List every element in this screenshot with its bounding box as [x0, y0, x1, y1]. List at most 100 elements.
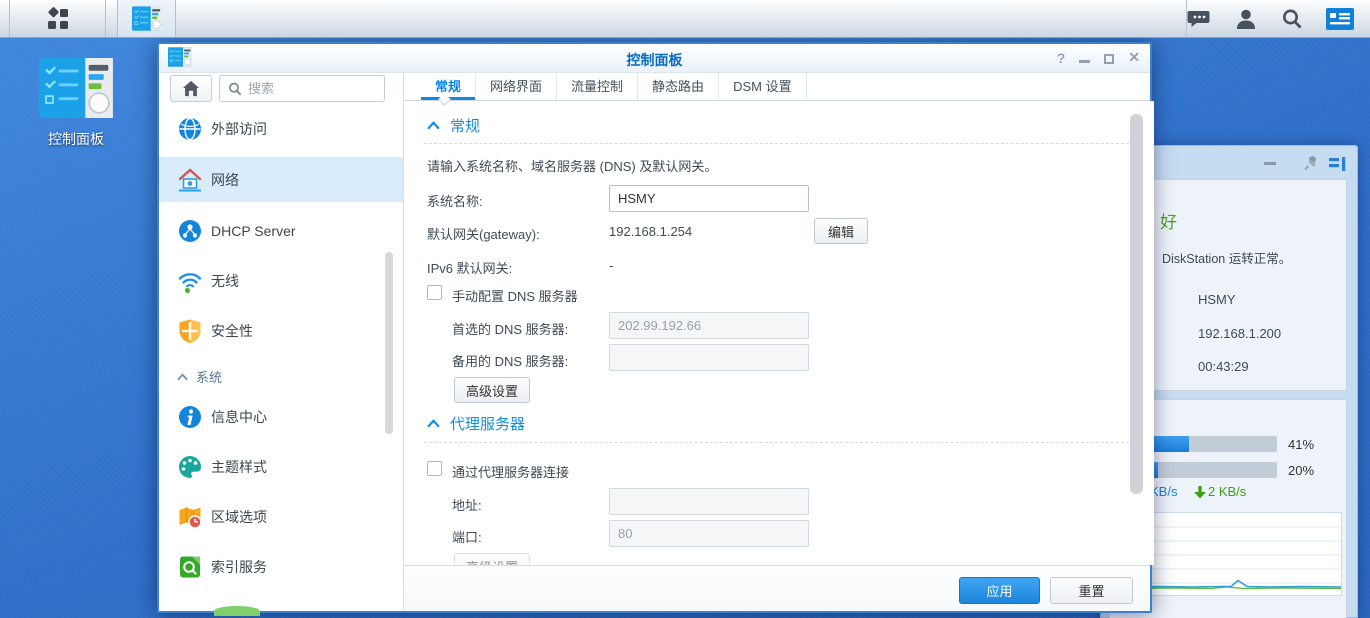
- reset-button[interactable]: 重置: [1050, 577, 1133, 604]
- search-icon[interactable]: [1280, 7, 1304, 31]
- dhcp-icon: [177, 218, 203, 244]
- section-general-header[interactable]: 常规: [427, 115, 480, 136]
- alternate-dns-input[interactable]: [609, 344, 809, 371]
- search-icon: [227, 81, 243, 97]
- proxy-connect-checkbox[interactable]: [427, 461, 442, 476]
- widgets-toggle-icon[interactable]: [1326, 8, 1354, 30]
- upload-speed-label: KB/s: [1150, 484, 1177, 499]
- sidebar-item-wireless[interactable]: 无线: [159, 262, 403, 300]
- sidebar-scrollbar[interactable]: [385, 252, 393, 434]
- cpu-usage-label: 41%: [1288, 437, 1314, 452]
- alternate-dns-label: 备用的 DNS 服务器:: [452, 351, 568, 370]
- desktop-icon-label: 控制面板: [33, 129, 119, 149]
- section-title: 常规: [450, 115, 480, 136]
- chat-icon[interactable]: [1187, 7, 1212, 31]
- section-proxy-header[interactable]: 代理服务器: [427, 413, 525, 434]
- sidebar-item-info-center[interactable]: 信息中心: [159, 398, 403, 436]
- uptime-value: 00:43:29: [1198, 359, 1249, 374]
- shield-icon: [177, 318, 203, 344]
- preferred-dns-input[interactable]: [609, 312, 809, 339]
- taskbar-left-edge: [0, 0, 10, 37]
- window-titlebar: 控制面板 ? ✕: [159, 44, 1150, 73]
- tab-traffic-control[interactable]: 流量控制: [556, 73, 637, 100]
- sidebar-section-system[interactable]: 系统: [177, 367, 222, 386]
- general-description: 请输入系统名称、域名服务器 (DNS) 及默认网关。: [427, 156, 717, 175]
- ram-usage-label: 20%: [1288, 463, 1314, 478]
- dns-advanced-button[interactable]: 高级设置: [454, 377, 530, 403]
- sidebar-item-label: 外部访问: [211, 119, 267, 139]
- tab-network-interface[interactable]: 网络界面: [475, 73, 556, 100]
- edit-gateway-button[interactable]: 编辑: [814, 218, 868, 244]
- apply-button[interactable]: 应用: [959, 577, 1040, 604]
- manual-dns-label: 手动配置 DNS 服务器: [452, 286, 578, 305]
- ipv6-gateway-label: IPv6 默认网关:: [427, 258, 512, 277]
- main-menu-button[interactable]: [10, 0, 106, 37]
- info-icon: [177, 404, 203, 430]
- sidebar-item-regional-options[interactable]: 区域选项: [159, 498, 403, 536]
- section-divider: [424, 143, 1134, 144]
- sidebar-item-label: 网络: [211, 170, 239, 190]
- sidebar-item-label: 无线: [211, 271, 239, 291]
- section-divider: [424, 442, 1134, 443]
- tab-dsm-settings[interactable]: DSM 设置: [718, 73, 807, 100]
- regional-map-clock-icon: [177, 504, 203, 530]
- gateway-value: 192.168.1.254: [609, 224, 692, 239]
- control-panel-window: 控制面板 ? ✕: [157, 42, 1152, 613]
- sidebar-item-partial-icon: [214, 606, 260, 616]
- proxy-port-label: 端口:: [452, 527, 482, 546]
- tab-static-route[interactable]: 静态路由: [637, 73, 718, 100]
- network-activity-chart: [1130, 512, 1342, 596]
- system-name-input[interactable]: [609, 185, 809, 212]
- globe-icon: [177, 116, 203, 142]
- download-arrow-icon: [1194, 486, 1206, 499]
- download-speed-label: 2 KB/s: [1208, 484, 1246, 499]
- proxy-connect-label: 通过代理服务器连接: [452, 462, 569, 481]
- gateway-label: 默认网关(gateway):: [427, 224, 540, 243]
- widget-minimize-icon[interactable]: [1264, 162, 1276, 165]
- close-button[interactable]: ✕: [1128, 49, 1140, 66]
- sidebar-item-dhcp-server[interactable]: DHCP Server: [159, 212, 403, 250]
- sidebar-item-security[interactable]: 安全性: [159, 312, 403, 350]
- widget-layout-icon[interactable]: [1329, 157, 1346, 172]
- taskbar: [0, 0, 1370, 38]
- desktop-icon-control-panel[interactable]: 控制面板: [33, 58, 119, 149]
- network-home-icon: [177, 167, 203, 193]
- ip-address-value: 192.168.1.200: [1198, 326, 1281, 341]
- minimize-button[interactable]: [1079, 60, 1090, 63]
- home-button[interactable]: [170, 75, 212, 102]
- content-scrollbar[interactable]: [1130, 114, 1143, 494]
- sidebar-item-label: 主题样式: [211, 457, 267, 477]
- manual-dns-checkbox[interactable]: [427, 285, 442, 300]
- proxy-port-input[interactable]: [609, 520, 809, 547]
- proxy-advanced-button[interactable]: 高级设置: [454, 553, 530, 565]
- health-message: DiskStation 运转正常。: [1162, 248, 1291, 267]
- sidebar-item-label: 索引服务: [211, 557, 267, 577]
- chevron-up-icon: [427, 121, 440, 130]
- control-panel-app-icon: [132, 6, 162, 31]
- proxy-address-label: 地址:: [452, 495, 482, 514]
- chevron-up-icon: [177, 373, 188, 381]
- taskbar-control-panel-button[interactable]: [117, 0, 176, 37]
- chevron-up-icon: [427, 419, 440, 428]
- pin-icon[interactable]: [1302, 154, 1320, 172]
- sidebar-item-network[interactable]: 网络: [159, 157, 403, 202]
- section-title: 代理服务器: [450, 413, 525, 434]
- desktop: 控制面板 好 DiskStation 运转正常。 HSMY 192.168.1.…: [0, 0, 1370, 618]
- health-status-text: 好: [1160, 208, 1177, 233]
- ipv6-gateway-value: -: [609, 258, 613, 273]
- help-button[interactable]: ?: [1057, 50, 1066, 66]
- sidebar-section-label: 系统: [196, 367, 222, 386]
- maximize-button[interactable]: [1104, 54, 1114, 64]
- system-name-label: 系统名称:: [427, 191, 483, 210]
- sidebar-item-index-service[interactable]: 索引服务: [159, 548, 403, 586]
- user-icon[interactable]: [1234, 7, 1258, 31]
- search-input[interactable]: [248, 77, 378, 100]
- sidebar-item-theme[interactable]: 主题样式: [159, 448, 403, 486]
- sidebar-item-external-access[interactable]: 外部访问: [159, 110, 403, 148]
- proxy-address-input[interactable]: [609, 488, 809, 515]
- home-icon: [182, 80, 200, 97]
- sidebar-item-label: DHCP Server: [211, 223, 296, 239]
- main-menu-grid-icon: [46, 7, 70, 31]
- tab-bar: 常规 网络界面 流量控制 静态路由 DSM 设置: [404, 73, 1150, 101]
- theme-palette-icon: [177, 454, 203, 480]
